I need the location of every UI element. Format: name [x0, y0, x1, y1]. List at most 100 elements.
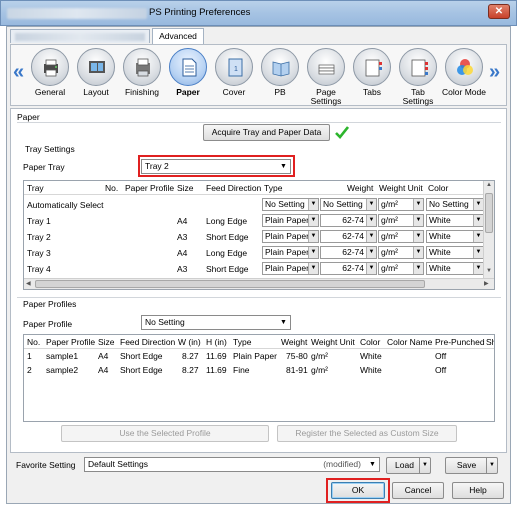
tray-name: Tray 2	[27, 232, 51, 242]
save-button[interactable]: Save ▼	[445, 457, 498, 474]
scroll-right-button[interactable]: »	[489, 61, 500, 84]
tray-name: Automatically Select	[27, 200, 104, 210]
divider	[17, 122, 501, 123]
category-pb[interactable]: PB	[258, 48, 302, 97]
weight-select[interactable]: 62-74 ▼	[320, 230, 377, 243]
type-select[interactable]: Plain Paper ▼	[262, 214, 319, 227]
tray-table-vertical-scrollbar[interactable]: ▲ ▼	[483, 181, 494, 278]
category-tab-settings[interactable]: Tab Settings	[396, 48, 440, 106]
tab-advanced[interactable]: Advanced	[152, 28, 204, 44]
chevron-down-icon: ▼	[473, 231, 483, 242]
table-row[interactable]: 2 sample2 A4 Short Edge 8.27 11.69 Fine …	[24, 363, 494, 377]
paper-tray-label: Paper Tray	[23, 162, 65, 172]
svg-text:1: 1	[234, 66, 238, 73]
type-select[interactable]: No Setting ▼	[262, 198, 319, 211]
color-value: White	[429, 247, 451, 257]
close-button[interactable]: ✕	[488, 4, 510, 19]
use-selected-profile-button[interactable]: Use the Selected Profile	[61, 425, 269, 442]
category-page-settings[interactable]: Page Settings	[304, 48, 348, 106]
unit-select[interactable]: g/m² ▼	[378, 246, 424, 259]
color-select[interactable]: White ▼	[426, 230, 484, 243]
load-button[interactable]: Load ▼	[386, 457, 431, 474]
table-row[interactable]: Tray 4 A3 Short Edge Plain Paper ▼ 62-74 ▼…	[24, 261, 484, 277]
col-header: Weight Unit	[379, 181, 423, 195]
table-row[interactable]: 1 sample1 A4 Short Edge 8.27 11.69 Plain…	[24, 349, 494, 363]
unit-value: g/m²	[381, 215, 398, 225]
profile-table[interactable]: No. Paper Profile Size Feed Direction W …	[23, 334, 495, 422]
favorite-setting-select[interactable]: Default Settings (modified) ▼	[84, 457, 380, 472]
unit-select[interactable]: g/m² ▼	[378, 214, 424, 227]
chevron-down-icon: ▼	[473, 247, 483, 258]
chevron-down-icon: ▼	[413, 263, 423, 274]
type-select[interactable]: Plain Paper ▼	[262, 246, 319, 259]
window-title: PS Printing Preferences	[149, 7, 251, 18]
unit-select[interactable]: g/m² ▼	[378, 198, 424, 211]
type-select[interactable]: Plain Paper ▼	[262, 262, 319, 275]
profile-prepunched: Off	[435, 365, 447, 375]
category-layout[interactable]: Layout	[74, 48, 118, 97]
favorite-setting-label: Favorite Setting	[16, 460, 76, 470]
weight-select[interactable]: 62-74 ▼	[320, 262, 377, 275]
highlight-paper-tray	[138, 155, 295, 177]
page-settings-icon	[318, 64, 335, 75]
profile-size: A4	[98, 365, 109, 375]
size-value: A3	[177, 232, 188, 242]
profile-color: White	[360, 365, 382, 375]
tray-table-horizontal-scrollbar[interactable]: ◀ ▶	[24, 278, 494, 289]
profile-unit: g/m²	[311, 365, 328, 375]
load-label: Load	[395, 460, 414, 470]
register-custom-size-button[interactable]: Register the Selected as Custom Size	[277, 425, 457, 442]
cancel-button[interactable]: Cancel	[392, 482, 444, 499]
type-select[interactable]: Plain Paper ▼	[262, 230, 319, 243]
paper-profile-select[interactable]: No Setting ▼	[141, 315, 291, 330]
paper-profile-label: Paper Profile	[23, 319, 73, 329]
category-tabs[interactable]: Tabs	[350, 48, 394, 97]
table-row[interactable]: Tray 2 A3 Short Edge Plain Paper ▼ 62-74 ▼…	[24, 229, 484, 245]
color-value: No Setting	[429, 199, 469, 209]
col-header: Color	[428, 181, 449, 195]
scroll-left-button[interactable]: «	[13, 61, 24, 84]
size-value: A4	[177, 216, 188, 226]
tray-name: Tray 1	[27, 216, 51, 226]
tray-table[interactable]: Tray No. Paper Profile Size Feed Directi…	[23, 180, 495, 290]
paper-icon	[182, 58, 197, 77]
table-row[interactable]: Tray 1 A4 Long Edge Plain Paper ▼ 62-74 ▼ …	[24, 213, 484, 229]
color-select[interactable]: No Setting ▼	[426, 198, 484, 211]
scroll-down-icon: ▼	[486, 268, 492, 274]
tray-name: Tray 3	[27, 248, 51, 258]
col-header: Color	[360, 335, 381, 349]
category-color-mode[interactable]: Color Mode	[442, 48, 486, 97]
category-finishing[interactable]: Finishing	[120, 48, 164, 97]
unit-select[interactable]: g/m² ▼	[378, 262, 424, 275]
category-general[interactable]: General	[28, 48, 72, 97]
feed-value: Short Edge	[206, 232, 249, 242]
color-select[interactable]: White ▼	[426, 262, 484, 275]
chevron-down-icon: ▼	[473, 199, 483, 210]
chevron-down-icon: ▼	[366, 247, 376, 258]
category-paper[interactable]: Paper	[166, 48, 210, 97]
chevron-down-icon: ▼	[366, 263, 376, 274]
category-label: Finishing	[124, 87, 160, 97]
col-header: Paper Profile	[46, 335, 96, 349]
table-row[interactable]: Automatically Select No Setting ▼ No Sett…	[24, 197, 484, 213]
weight-select[interactable]: 62-74 ▼	[320, 246, 377, 259]
tray-settings-title: Tray Settings	[25, 144, 75, 154]
type-value: Plain Paper	[265, 247, 309, 257]
weight-select[interactable]: 62-74 ▼	[320, 214, 377, 227]
table-row[interactable]: Tray 3 A4 Long Edge Plain Paper ▼ 62-74 ▼ …	[24, 245, 484, 261]
scroll-thumb[interactable]	[485, 193, 493, 233]
category-label: Layout	[83, 87, 109, 97]
weight-select[interactable]: No Setting ▼	[320, 198, 377, 211]
category-label: Tabs	[363, 87, 381, 97]
title-bar: PS Printing Preferences ✕	[0, 0, 517, 26]
scroll-thumb[interactable]	[35, 280, 425, 288]
tabs-icon	[365, 59, 382, 77]
color-select[interactable]: White ▼	[426, 246, 484, 259]
unit-select[interactable]: g/m² ▼	[378, 230, 424, 243]
acquire-tray-data-button[interactable]: Acquire Tray and Paper Data	[203, 124, 330, 141]
category-cover[interactable]: 1 Cover	[212, 48, 256, 97]
color-value: White	[429, 263, 451, 273]
color-select[interactable]: White ▼	[426, 214, 484, 227]
help-button[interactable]: Help	[452, 482, 504, 499]
tab-device[interactable]	[10, 29, 150, 43]
